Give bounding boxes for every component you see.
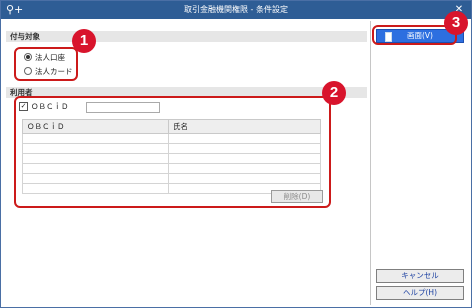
callout-box-2 [14,96,331,208]
title-bar: ⚲+ 取引金融機関権限 - 条件設定 ✕ [1,1,471,19]
callout-badge-1: 1 [72,29,96,53]
cancel-button[interactable]: キャンセル [376,269,464,283]
side-panel: 画面(V) キャンセル ヘルプ(H) [370,21,468,305]
dialog-window: ⚲+ 取引金融機関権限 - 条件設定 ✕ 付与対象 法人口座 法人カード 利用者… [0,0,472,308]
callout-box-1 [14,47,78,81]
window-title: 取引金融機関権限 - 条件設定 [184,5,288,14]
help-button[interactable]: ヘルプ(H) [376,286,464,300]
target-section-header: 付与対象 [6,31,367,42]
callout-badge-3: 3 [444,11,468,35]
callout-badge-2: 2 [322,81,346,105]
